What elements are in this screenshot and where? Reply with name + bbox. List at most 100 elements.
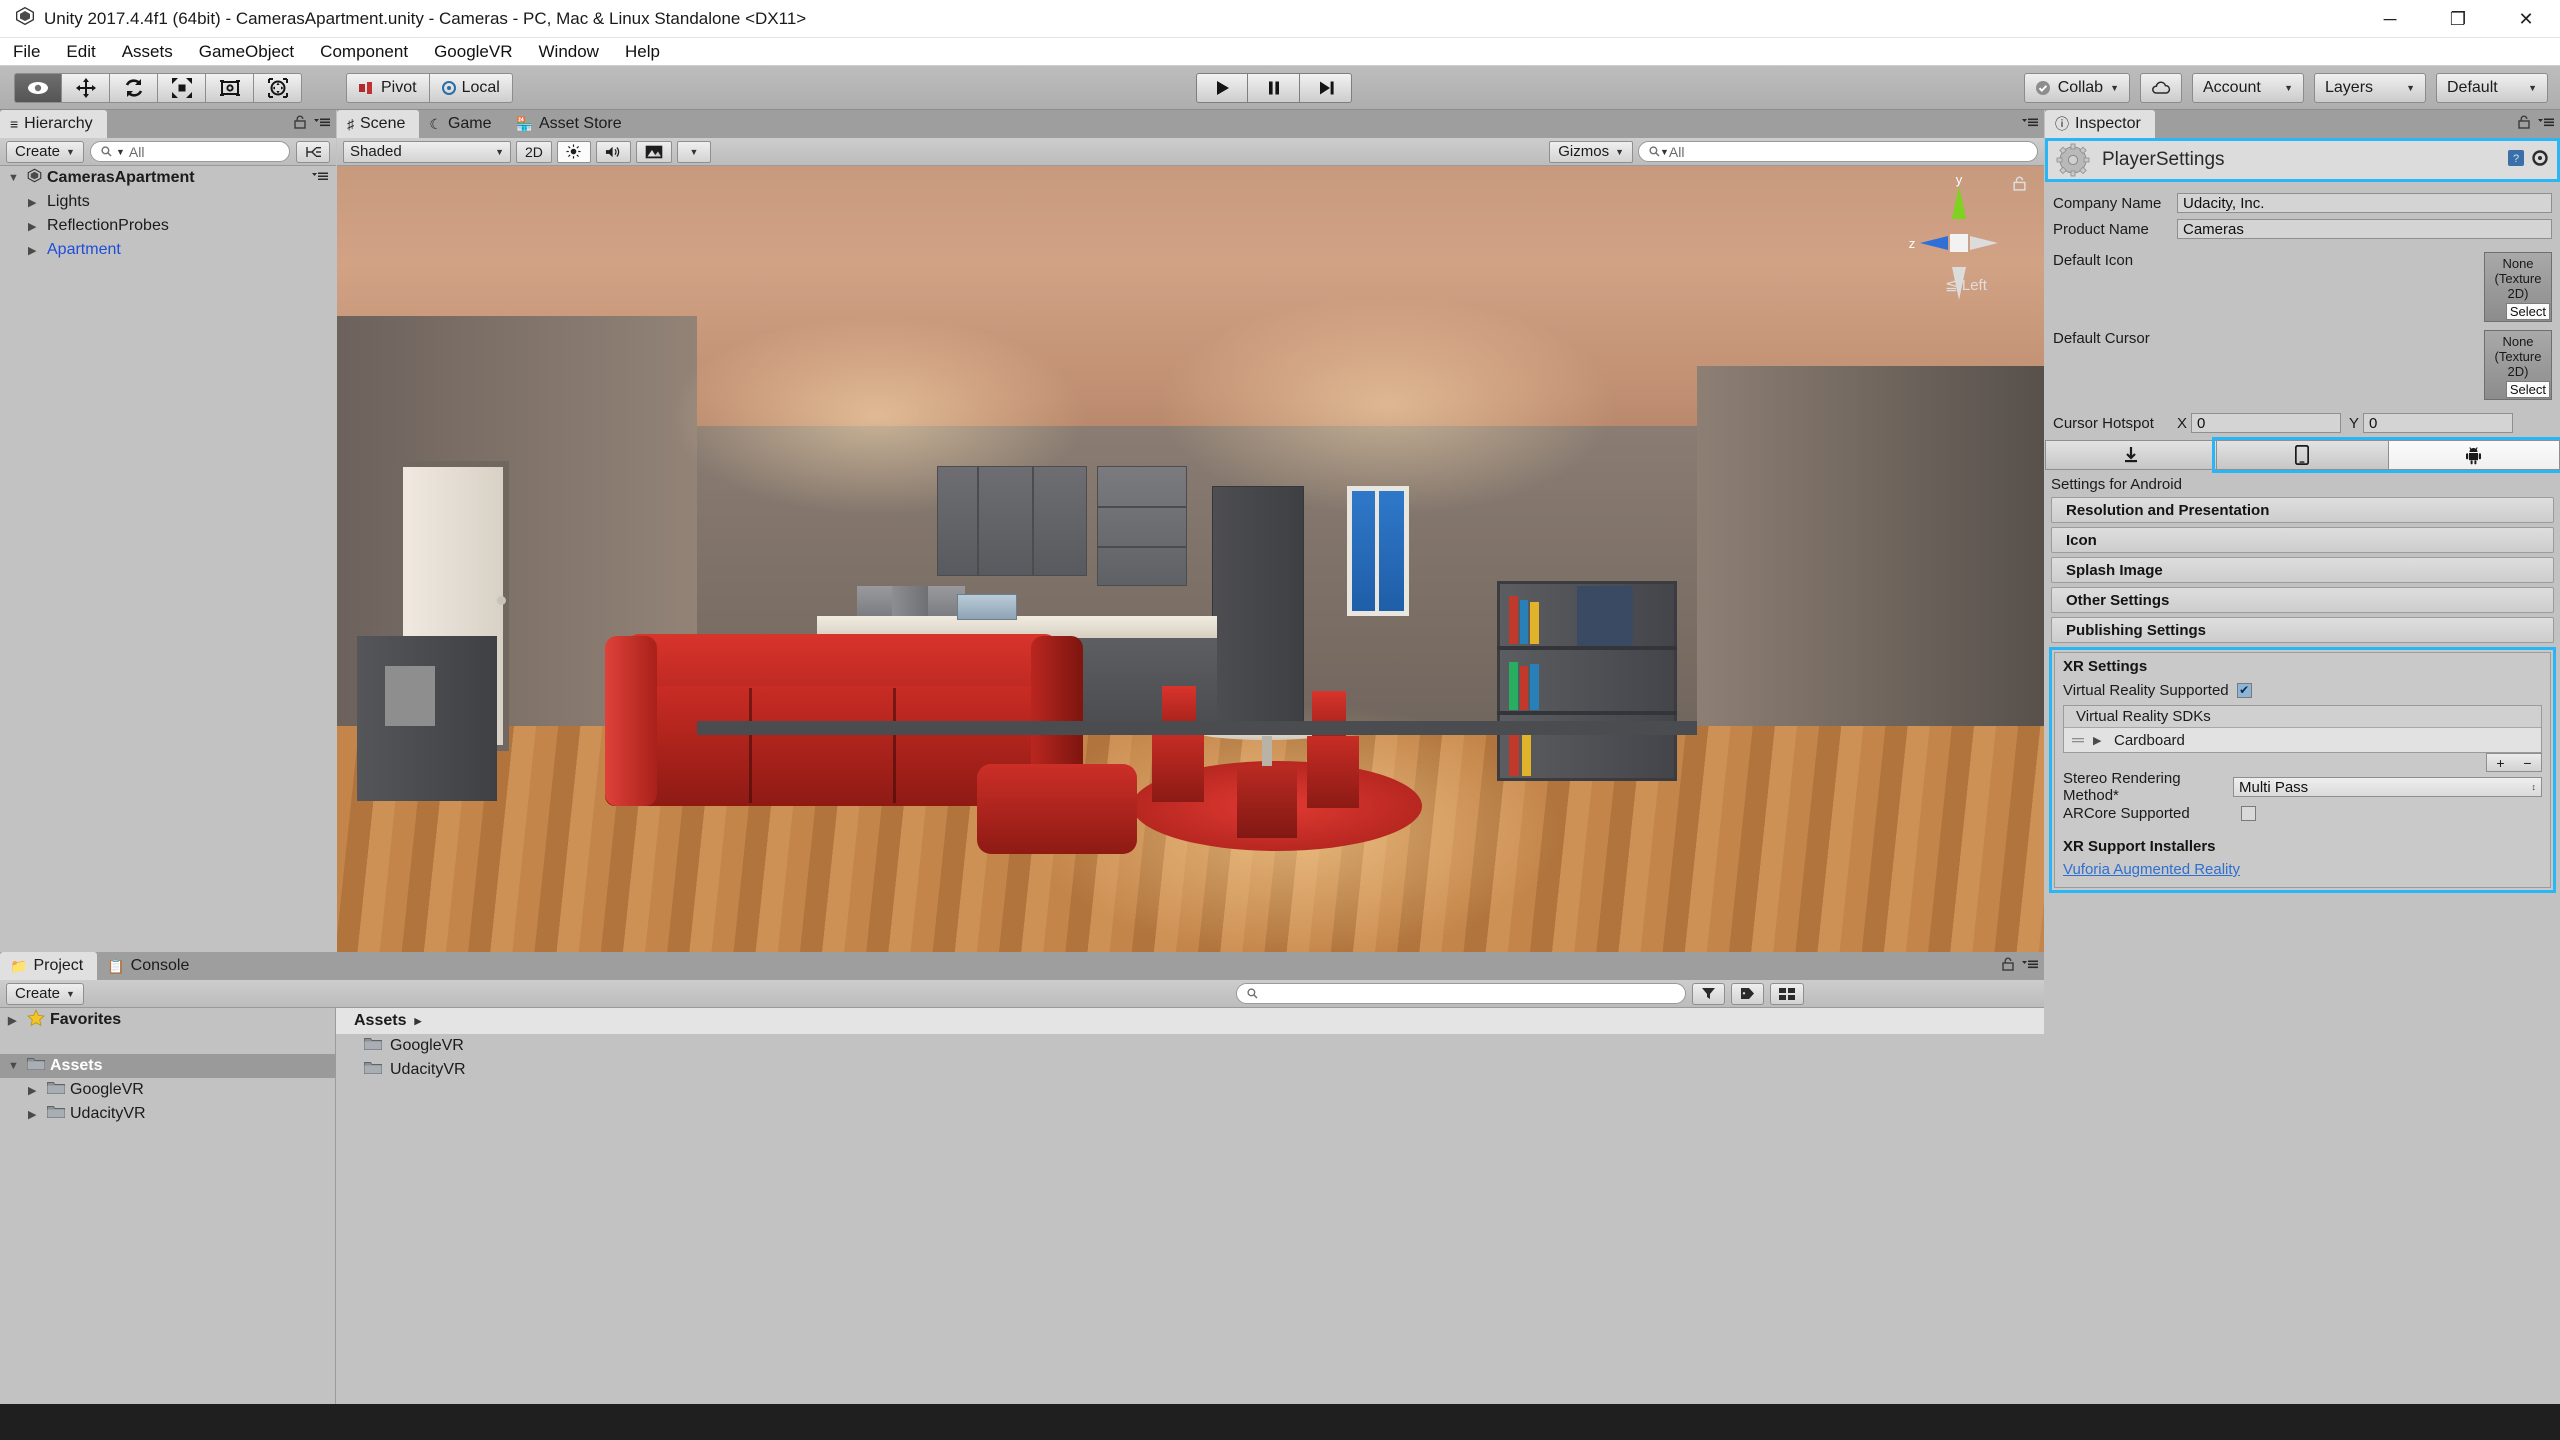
vuforia-augmented-reality-link[interactable]: Vuforia Augmented Reality xyxy=(2063,861,2240,878)
gear-icon[interactable] xyxy=(2531,149,2549,172)
default-icon-select-button[interactable]: Select xyxy=(2506,303,2550,320)
project-create-button[interactable]: Create ▼ xyxy=(6,983,84,1005)
layers-button[interactable]: Layers ▼ xyxy=(2314,73,2426,103)
section-resolution-and-presentation[interactable]: Resolution and Presentation xyxy=(2051,497,2554,523)
section-icon[interactable]: Icon xyxy=(2051,527,2554,553)
local-toggle-button[interactable]: Local xyxy=(430,73,513,103)
play-button[interactable] xyxy=(1196,73,1248,103)
project-tree-item-favorites[interactable]: ▶ Favorites xyxy=(0,1008,335,1032)
platform-tab-ios[interactable] xyxy=(2217,440,2388,470)
project-filter-by-type-button[interactable] xyxy=(1692,983,1725,1005)
maximize-button[interactable]: ❐ xyxy=(2424,0,2492,38)
chevron-right-icon[interactable]: ▶ xyxy=(28,196,42,209)
hand-tool-button[interactable] xyxy=(14,73,62,103)
tab-game[interactable]: ☾ Game xyxy=(419,110,505,138)
project-tree-item-assets[interactable]: ▼ Assets xyxy=(0,1054,335,1078)
menu-gameobject[interactable]: GameObject xyxy=(186,40,307,64)
hierarchy-create-button[interactable]: Create ▼ xyxy=(6,141,84,163)
drag-handle-icon[interactable] xyxy=(2072,732,2086,749)
menu-component[interactable]: Component xyxy=(307,40,421,64)
move-tool-button[interactable] xyxy=(62,73,110,103)
scene-menu-icon[interactable] xyxy=(312,169,328,187)
tab-project[interactable]: 📁 Project xyxy=(0,952,97,980)
transform-tool-button[interactable] xyxy=(254,73,302,103)
chevron-right-icon[interactable]: ▶ xyxy=(2093,734,2107,747)
hierarchy-item-lights[interactable]: ▶ Lights xyxy=(0,190,336,214)
tab-console[interactable]: 📋 Console xyxy=(97,952,203,980)
rotate-tool-button[interactable] xyxy=(110,73,158,103)
tab-inspector[interactable]: ⓘ Inspector xyxy=(2045,110,2155,138)
account-button[interactable]: Account ▼ xyxy=(2192,73,2304,103)
add-sdk-button[interactable]: + xyxy=(2496,755,2504,771)
chevron-right-icon[interactable]: ▶ xyxy=(28,244,42,257)
gizmos-dropdown[interactable]: Gizmos ▼ xyxy=(1549,141,1633,163)
hierarchy-item-apartment[interactable]: ▶ Apartment xyxy=(0,238,336,262)
stereo-rendering-method-dropdown[interactable]: Multi Pass ↕ xyxy=(2233,777,2542,797)
project-tree-item-udacityvr[interactable]: ▶ UdacityVR xyxy=(0,1102,335,1126)
pause-button[interactable] xyxy=(1248,73,1300,103)
project-tree-item-googlevr[interactable]: ▶ GoogleVR xyxy=(0,1078,335,1102)
shading-mode-dropdown[interactable]: Shaded ▼ xyxy=(343,141,511,163)
collab-button[interactable]: Collab ▼ xyxy=(2024,73,2130,103)
vr-sdk-item-cardboard[interactable]: ▶ Cardboard xyxy=(2064,728,2541,752)
chevron-right-icon[interactable]: ▶ xyxy=(414,1016,421,1027)
scene-axis-gizmo[interactable]: y z ≦ Left xyxy=(1904,174,2014,324)
default-cursor-objectfield[interactable]: None (Texture 2D) Select xyxy=(2484,330,2552,400)
tab-hierarchy[interactable]: ≡ Hierarchy xyxy=(0,110,107,138)
menu-assets[interactable]: Assets xyxy=(109,40,186,64)
panel-menu-icon[interactable] xyxy=(2022,957,2038,975)
chevron-right-icon[interactable]: ▶ xyxy=(8,1014,22,1027)
section-publishing-settings[interactable]: Publishing Settings xyxy=(2051,617,2554,643)
rect-tool-button[interactable] xyxy=(206,73,254,103)
help-icon[interactable]: ? xyxy=(2507,149,2525,172)
menu-file[interactable]: File xyxy=(0,40,53,64)
lock-icon[interactable] xyxy=(294,115,306,134)
product-name-input[interactable]: Cameras xyxy=(2177,219,2552,239)
close-button[interactable]: ✕ xyxy=(2492,0,2560,38)
step-button[interactable] xyxy=(1300,73,1352,103)
arcore-supported-checkbox[interactable] xyxy=(2241,806,2256,821)
minimize-button[interactable]: ─ xyxy=(2356,0,2424,38)
chevron-right-icon[interactable]: ▶ xyxy=(28,220,42,233)
pivot-toggle-button[interactable]: Pivot xyxy=(346,73,430,103)
asset-item-udacityvr[interactable]: UdacityVR xyxy=(336,1058,2044,1082)
default-icon-objectfield[interactable]: None (Texture 2D) Select xyxy=(2484,252,2552,322)
hierarchy-item-reflectionprobes[interactable]: ▶ ReflectionProbes xyxy=(0,214,336,238)
virtual-reality-supported-checkbox[interactable]: ✔ xyxy=(2237,683,2252,698)
default-cursor-select-button[interactable]: Select xyxy=(2506,381,2550,398)
project-search-input[interactable] xyxy=(1236,983,1686,1004)
menu-googlevr[interactable]: GoogleVR xyxy=(421,40,525,64)
project-view-mode-button[interactable] xyxy=(1770,983,1804,1005)
tab-asset-store[interactable]: 🏪 Asset Store xyxy=(506,110,636,138)
lock-icon[interactable] xyxy=(2002,957,2014,976)
platform-tab-standalone[interactable] xyxy=(2045,440,2217,470)
menu-window[interactable]: Window xyxy=(526,40,612,64)
chevron-right-icon[interactable]: ▶ xyxy=(28,1084,42,1097)
chevron-right-icon[interactable]: ▶ xyxy=(28,1108,42,1121)
company-name-input[interactable]: Udacity, Inc. xyxy=(2177,193,2552,213)
cloud-button[interactable] xyxy=(2140,73,2182,103)
section-other-settings[interactable]: Other Settings xyxy=(2051,587,2554,613)
effects-dropdown-button[interactable]: ▼ xyxy=(677,141,711,163)
hierarchy-search-input[interactable]: ▼ All xyxy=(90,141,290,162)
remove-sdk-button[interactable]: − xyxy=(2523,755,2531,771)
scene-viewport[interactable]: y z ≦ Left xyxy=(337,166,2044,952)
panel-menu-icon[interactable] xyxy=(2538,115,2554,133)
panel-menu-icon[interactable] xyxy=(314,115,330,133)
chevron-down-icon[interactable]: ▼ xyxy=(8,1060,22,1072)
layout-button[interactable]: Default ▼ xyxy=(2436,73,2548,103)
menu-edit[interactable]: Edit xyxy=(53,40,108,64)
hierarchy-sort-button[interactable] xyxy=(296,141,330,163)
scale-tool-button[interactable] xyxy=(158,73,206,103)
cursor-hotspot-y-input[interactable]: 0 xyxy=(2363,413,2513,433)
twod-toggle-button[interactable]: 2D xyxy=(516,141,552,163)
lock-icon[interactable] xyxy=(2518,115,2530,134)
playersettings-header[interactable]: PlayerSettings ? xyxy=(2045,138,2560,182)
section-splash-image[interactable]: Splash Image xyxy=(2051,557,2554,583)
audio-toggle-button[interactable] xyxy=(596,141,631,163)
scene-gizmo-lock-icon[interactable] xyxy=(2013,176,2026,196)
panel-menu-icon[interactable] xyxy=(2022,115,2038,133)
lighting-toggle-button[interactable] xyxy=(557,141,591,163)
platform-tab-android[interactable] xyxy=(2389,440,2560,470)
project-filter-by-label-button[interactable] xyxy=(1731,983,1764,1005)
